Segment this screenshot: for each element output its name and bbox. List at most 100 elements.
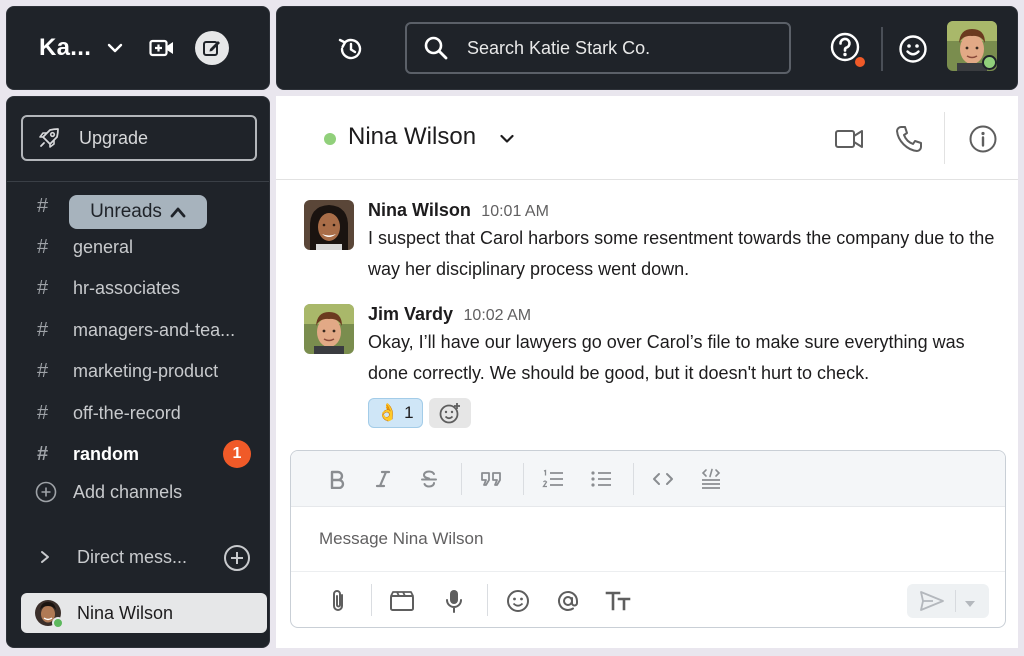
dm-user-label: Nina Wilson <box>77 602 174 623</box>
status-emoji-icon[interactable] <box>897 33 929 65</box>
channel-label: random <box>73 443 140 464</box>
attachment-icon[interactable] <box>325 588 351 614</box>
hash-icon: # <box>37 401 49 424</box>
add-reaction-button[interactable] <box>428 398 471 428</box>
upgrade-label: Upgrade <box>79 127 149 148</box>
message-input[interactable]: Message Nina Wilson <box>319 529 483 549</box>
history-icon[interactable] <box>335 33 367 65</box>
numbered-list-icon[interactable] <box>541 467 565 491</box>
hash-icon: # <box>37 276 49 299</box>
presence-indicator <box>324 133 336 145</box>
top-bar: Search Katie Stark Co. <box>276 6 1018 90</box>
caret-down-icon[interactable] <box>963 596 977 607</box>
message-body: Jim Vardy 10:02 AM Okay, I’ll have our l… <box>368 304 1008 389</box>
phone-call-icon[interactable] <box>894 124 924 154</box>
sidebar-item-managers-and-team[interactable]: # managers-and-tea... <box>37 315 263 345</box>
reaction-ok-hand[interactable]: 👌 1 <box>368 398 423 428</box>
add-reaction-icon <box>439 403 460 424</box>
sidebar-item-hr-associates[interactable]: # hr-associates <box>37 273 263 303</box>
send-icon <box>919 589 945 613</box>
message-time[interactable]: 10:01 AM <box>481 203 549 220</box>
search-placeholder: Search Katie Stark Co. <box>467 37 651 58</box>
mention-icon[interactable] <box>555 588 581 614</box>
add-direct-message-icon[interactable] <box>223 544 251 572</box>
unreads-button[interactable]: Unreads <box>69 195 207 229</box>
ok-hand-emoji: 👌 <box>377 403 399 422</box>
message-text: Okay, I’ll have our lawyers go over Caro… <box>368 332 965 383</box>
plus-circle-icon <box>35 481 57 503</box>
video-call-icon[interactable] <box>834 124 864 154</box>
sidebar-item-random[interactable]: # random 1 <box>37 439 263 469</box>
direct-messages-label: Direct mess... <box>77 546 188 567</box>
message-body: Nina Wilson 10:01 AM I suspect that Caro… <box>368 200 1008 285</box>
reaction-count: 1 <box>404 403 414 422</box>
channel-label: hr-associates <box>73 277 181 298</box>
presence-indicator <box>982 55 997 70</box>
message-text: I suspect that Carol harbors some resent… <box>368 228 995 279</box>
message-time[interactable]: 10:02 AM <box>464 307 532 324</box>
channel-label: managers-and-tea... <box>73 319 236 340</box>
microphone-icon[interactable] <box>441 588 467 614</box>
sidebar: Upgrade # hr-support # general # hr-asso… <box>6 96 270 648</box>
text-format-icon[interactable] <box>605 588 631 614</box>
divider <box>633 463 634 495</box>
presence-indicator <box>52 617 64 629</box>
compose-icon <box>203 41 221 56</box>
formatting-toolbar <box>291 451 1005 507</box>
unread-badge: 1 <box>223 440 251 468</box>
channel-title[interactable]: Nina Wilson <box>348 123 476 151</box>
divider <box>487 584 488 616</box>
notification-dot <box>853 55 867 69</box>
conversation-pane: Nina Wilson Nina Wilson 10:01 AM I suspe… <box>276 96 1018 648</box>
chevron-down-icon[interactable] <box>498 130 516 148</box>
avatar[interactable] <box>304 200 354 250</box>
emoji-icon[interactable] <box>505 588 531 614</box>
avatar[interactable] <box>304 304 354 354</box>
code-block-icon[interactable] <box>699 467 723 491</box>
composer-actions <box>291 571 1005 627</box>
channel-label: marketing-product <box>73 360 219 381</box>
channel-header: Nina Wilson <box>276 96 1018 180</box>
message-author[interactable]: Nina Wilson <box>368 200 471 220</box>
upgrade-button[interactable]: Upgrade <box>21 115 257 161</box>
search-input[interactable]: Search Katie Stark Co. <box>405 22 791 74</box>
channel-label: off-the-record <box>73 402 181 423</box>
strikethrough-icon[interactable] <box>417 467 441 491</box>
sidebar-item-dm-nina-wilson[interactable]: Nina Wilson <box>21 593 267 633</box>
bulleted-list-icon[interactable] <box>589 467 613 491</box>
bold-icon[interactable] <box>325 467 349 491</box>
hash-icon: # <box>37 318 49 341</box>
divider <box>461 463 462 495</box>
app-window: Ka... Search Katie Stark Co. Upgrade # #… <box>0 0 1024 656</box>
sidebar-item-marketing-product[interactable]: # marketing-product <box>37 356 263 386</box>
info-icon[interactable] <box>968 124 998 154</box>
add-channels-label: Add channels <box>73 481 183 502</box>
hash-icon: # <box>37 359 49 382</box>
quote-icon[interactable] <box>479 467 503 491</box>
sidebar-item-general[interactable]: # general <box>37 232 263 262</box>
add-channels-button[interactable]: Add channels <box>35 481 182 503</box>
message-composer: Message Nina Wilson <box>290 450 1006 628</box>
search-icon <box>423 34 451 62</box>
send-button[interactable] <box>907 584 989 618</box>
compose-button[interactable] <box>195 31 230 65</box>
video-clip-icon[interactable] <box>389 588 415 614</box>
hash-icon: # <box>37 235 49 258</box>
divider <box>955 590 956 612</box>
unreads-label: Unreads <box>90 201 162 222</box>
message-author[interactable]: Jim Vardy <box>368 304 453 324</box>
divider <box>881 27 883 71</box>
channel-label: general <box>73 236 134 257</box>
workspace-name[interactable]: Ka... <box>39 34 91 62</box>
chevron-down-icon[interactable] <box>105 37 127 59</box>
workspace-bar: Ka... <box>6 6 270 90</box>
new-huddle-video-icon[interactable] <box>149 35 175 61</box>
divider <box>371 584 372 616</box>
divider <box>523 463 524 495</box>
sidebar-item-off-the-record[interactable]: # off-the-record <box>37 398 263 428</box>
hash-icon: # <box>37 442 49 465</box>
code-icon[interactable] <box>651 467 675 491</box>
divider <box>944 112 945 164</box>
rocket-icon <box>37 125 63 151</box>
italic-icon[interactable] <box>371 467 395 491</box>
